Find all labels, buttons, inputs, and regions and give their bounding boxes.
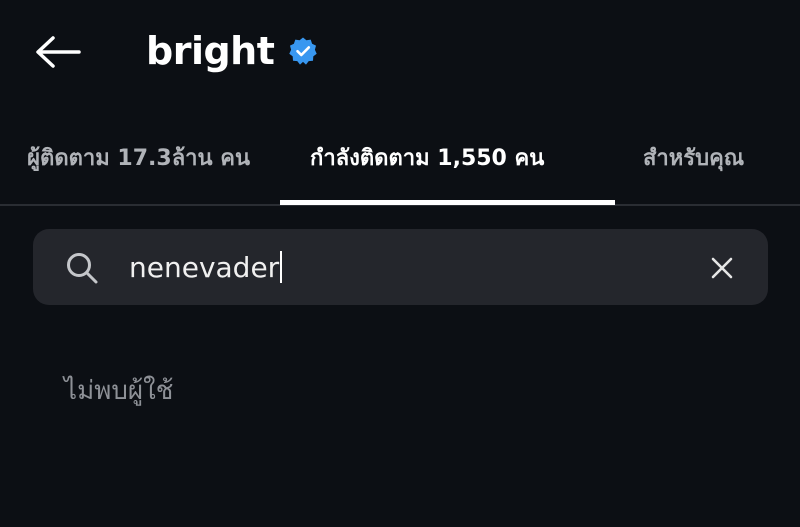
search-input-value: nenevader [129, 250, 280, 284]
back-button[interactable] [30, 30, 84, 74]
tab-following[interactable]: กำลังติดตาม 1,550 คน [310, 140, 544, 180]
search-bar[interactable]: nenevader [33, 229, 768, 305]
following-screen: bright ผู้ติดตาม 17.3ล้าน คน กำลังติดตาม… [0, 0, 800, 527]
profile-name: bright [146, 29, 275, 73]
search-input[interactable]: nenevader [129, 247, 689, 287]
active-tab-indicator [280, 200, 615, 205]
profile-tabs: ผู้ติดตาม 17.3ล้าน คน กำลังติดตาม 1,550 … [0, 122, 800, 206]
clear-search-button[interactable] [704, 250, 740, 286]
text-caret [280, 251, 283, 283]
tab-for-you[interactable]: สำหรับคุณ [643, 140, 744, 180]
header-title-group: bright [146, 24, 318, 78]
verified-badge-icon [288, 36, 318, 66]
close-icon [711, 257, 733, 279]
no-results-message: ไม่พบผู้ใช้ [64, 376, 174, 406]
tab-followers[interactable]: ผู้ติดตาม 17.3ล้าน คน [27, 140, 250, 180]
search-icon [67, 253, 98, 284]
arrow-left-icon [36, 36, 81, 68]
